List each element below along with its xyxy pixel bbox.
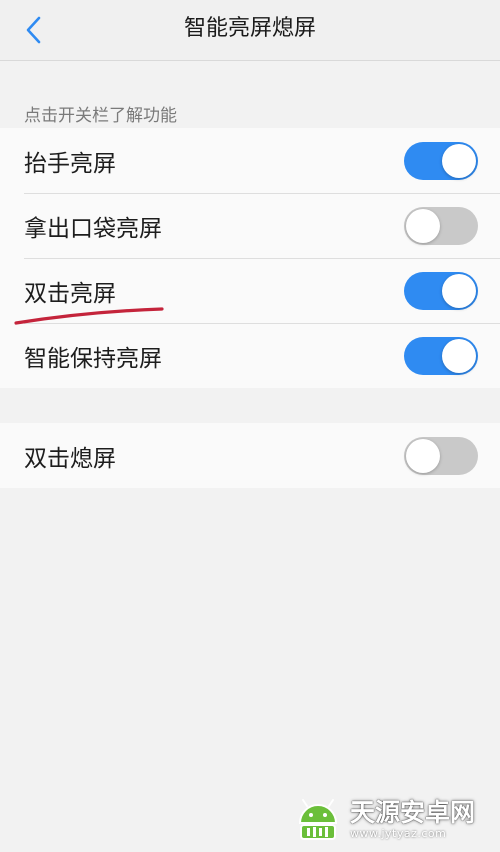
- setting-row-smart-stay-awake[interactable]: 智能保持亮屏: [0, 323, 500, 388]
- site-watermark: 天源安卓网 www.jytyaz.com: [292, 794, 492, 844]
- page-title: 智能亮屏熄屏: [183, 16, 316, 41]
- app-header: 智能亮屏熄屏: [0, 0, 500, 61]
- setting-label: 双击亮屏: [24, 280, 116, 307]
- setting-row-double-tap-wake[interactable]: 双击亮屏: [0, 258, 500, 323]
- toggle-switch[interactable]: [404, 336, 478, 375]
- setting-label: 智能保持亮屏: [24, 345, 162, 372]
- watermark-logo-icon: [298, 799, 338, 840]
- toggle-knob: [442, 143, 476, 178]
- setting-label: 双击熄屏: [24, 445, 116, 472]
- setting-label: 抬手亮屏: [24, 150, 116, 177]
- watermark-site-url: www.jytyaz.com: [350, 826, 447, 840]
- toggle-knob: [442, 338, 476, 373]
- section-hint: 点击开关栏了解功能: [24, 106, 177, 126]
- setting-row-pocket-wake[interactable]: 拿出口袋亮屏: [0, 193, 500, 258]
- setting-row-double-tap-sleep[interactable]: 双击熄屏: [0, 423, 500, 488]
- setting-label: 拿出口袋亮屏: [24, 215, 162, 242]
- toggle-knob: [406, 438, 440, 473]
- toggle-knob: [442, 273, 476, 308]
- toggle-switch[interactable]: [404, 436, 478, 475]
- settings-group-screen-on: 抬手亮屏 拿出口袋亮屏 双击亮屏 智能保持亮屏: [0, 128, 500, 388]
- watermark-site-name: 天源安卓网: [350, 797, 476, 827]
- toggle-switch[interactable]: [404, 141, 478, 180]
- toggle-switch[interactable]: [404, 271, 478, 310]
- toggle-switch[interactable]: [404, 206, 478, 245]
- toggle-knob: [406, 208, 440, 243]
- setting-row-raise-to-wake[interactable]: 抬手亮屏: [0, 128, 500, 193]
- settings-group-screen-off: 双击熄屏: [0, 423, 500, 488]
